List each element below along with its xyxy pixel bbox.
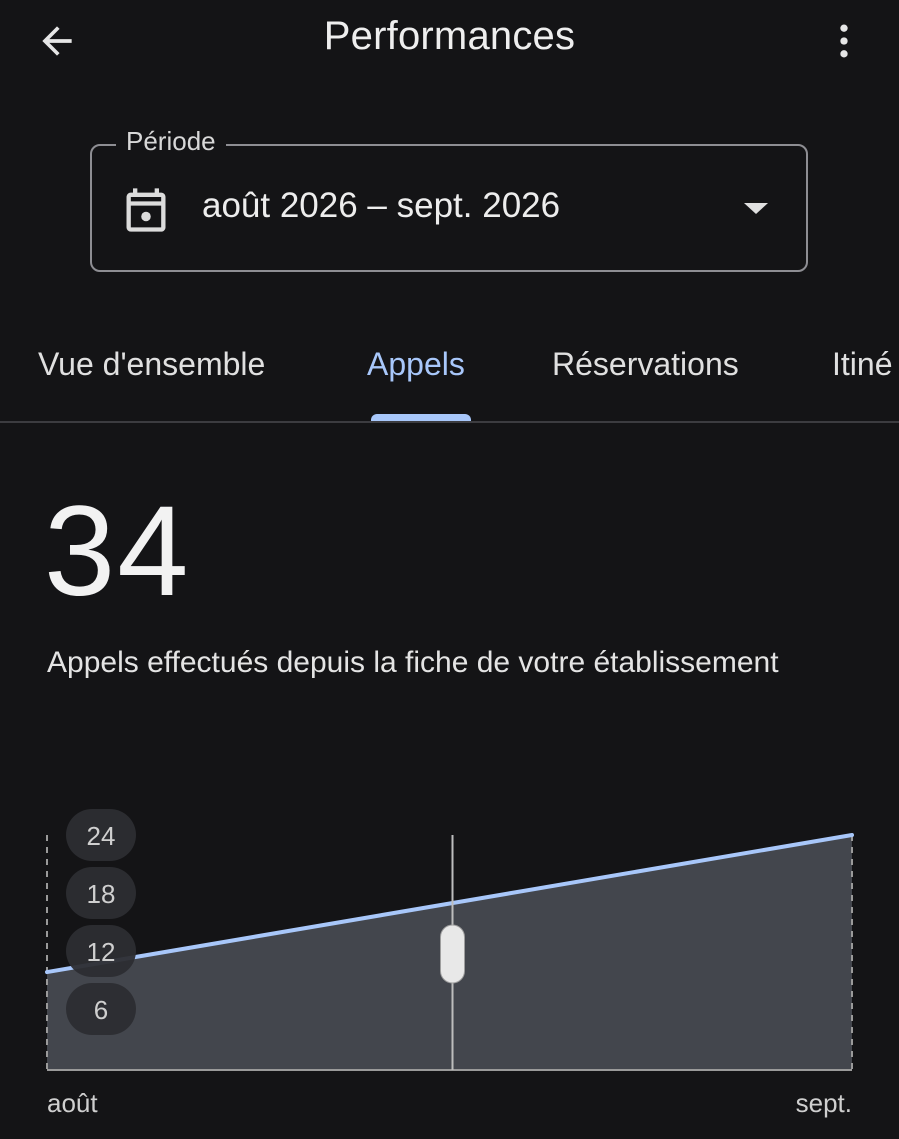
calls-count: 34: [44, 480, 191, 623]
calls-description: Appels effectués depuis la fiche de votr…: [47, 646, 779, 679]
tabs-bar: Vue d'ensemble Appels Réservations Itiné: [0, 330, 899, 422]
x-label-end: sept.: [796, 1088, 852, 1118]
period-label: Période: [116, 126, 226, 157]
more-vert-icon: [840, 24, 848, 58]
x-label-start: août: [47, 1088, 98, 1118]
calendar-icon: [126, 188, 166, 232]
tab-overview[interactable]: Vue d'ensemble: [38, 346, 265, 383]
calls-area-chart: 24 18 12 6 août sept.: [45, 809, 854, 1118]
y-tick-label-12: 12: [87, 937, 116, 967]
y-tick-label-24: 24: [87, 821, 116, 851]
tab-calls[interactable]: Appels: [367, 346, 465, 383]
y-tick-label-6: 6: [94, 995, 108, 1025]
tab-bookings[interactable]: Réservations: [552, 346, 739, 383]
arrow-drop-down-icon: [744, 203, 768, 214]
calls-chart: 24 18 12 6 août sept.: [0, 790, 899, 1139]
y-tick-label-18: 18: [87, 879, 116, 909]
page-title: Performances: [323, 14, 576, 58]
tabs-divider: [0, 421, 899, 423]
chart-scrubber-handle[interactable]: [440, 924, 465, 984]
period-value: août 2026 – sept. 2026: [202, 186, 561, 225]
tab-directions[interactable]: Itiné: [832, 346, 892, 383]
more-options-button[interactable]: [812, 12, 876, 70]
